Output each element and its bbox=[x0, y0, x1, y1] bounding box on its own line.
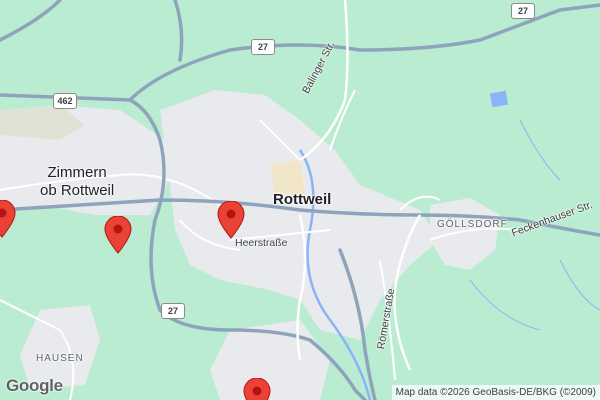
industrial-area-center bbox=[270, 160, 305, 195]
map-marker-pin[interactable] bbox=[243, 377, 271, 400]
map-canvas[interactable]: 27 27 27 462 Zimmern ob Rottweil Rottwei… bbox=[0, 0, 600, 400]
label-rottweil[interactable]: Rottweil bbox=[273, 191, 331, 208]
route-27-shield-low: 27 bbox=[161, 303, 185, 319]
route-462-shield: 462 bbox=[53, 93, 77, 109]
road-north bbox=[173, 0, 184, 62]
map-marker-pin[interactable] bbox=[0, 199, 16, 238]
urban-area-gollsdorf bbox=[430, 198, 500, 270]
map-attribution: Map data ©2026 GeoBasis-DE/BKG (©2009) bbox=[391, 385, 600, 400]
road-northwest bbox=[0, 0, 62, 42]
label-hausen[interactable]: HAUSEN bbox=[36, 353, 84, 364]
google-logo[interactable]: Google bbox=[6, 376, 63, 396]
route-27-shield-mid: 27 bbox=[251, 39, 275, 55]
label-zimmern-ob-rottweil[interactable]: Zimmern ob Rottweil bbox=[40, 164, 114, 200]
label-gollsdorf[interactable]: GÖLLSDORF bbox=[437, 219, 508, 230]
road-b27-north bbox=[128, 3, 600, 102]
map-marker-pin[interactable] bbox=[217, 200, 245, 239]
route-27-shield-top: 27 bbox=[511, 3, 535, 19]
water-pond bbox=[489, 90, 509, 108]
map-marker-pin[interactable] bbox=[104, 215, 132, 254]
